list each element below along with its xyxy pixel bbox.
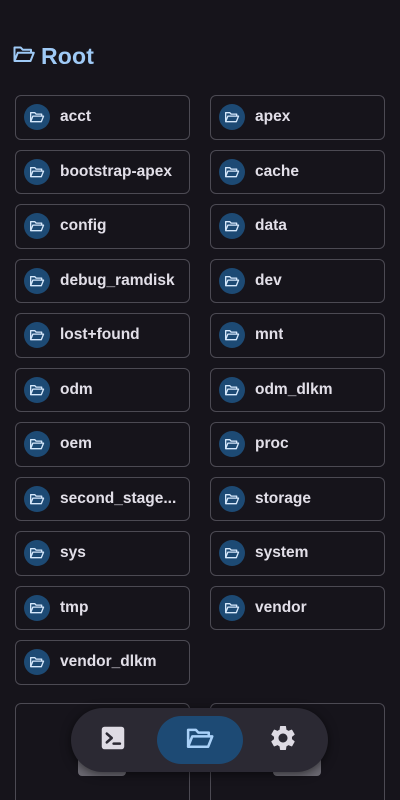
folder-icon — [24, 213, 50, 240]
gear-icon — [268, 723, 298, 758]
folder-item[interactable]: data — [210, 204, 385, 249]
folder-item[interactable]: acct — [15, 95, 190, 140]
folder-open-icon — [12, 42, 36, 71]
folder-item[interactable]: odm — [15, 367, 190, 412]
page-title: Root — [41, 42, 95, 69]
nav-settings-button[interactable] — [259, 716, 307, 764]
folder-item[interactable]: dev — [210, 258, 385, 303]
folder-item[interactable]: config — [15, 204, 190, 249]
folder-item[interactable]: apex — [210, 95, 385, 140]
folder-label: odm_dlkm — [255, 380, 333, 398]
folder-item[interactable]: bootstrap-apex — [15, 149, 190, 194]
folder-icon — [24, 594, 50, 621]
folder-icon — [219, 104, 245, 131]
folder-icon — [24, 267, 50, 294]
terminal-icon — [98, 723, 128, 758]
folder-item[interactable]: lost+found — [15, 313, 190, 358]
page-header: Root — [12, 40, 94, 72]
folder-item[interactable]: cache — [210, 149, 385, 194]
folder-item[interactable]: debug_ramdisk — [15, 258, 190, 303]
folder-item[interactable]: proc — [210, 422, 385, 467]
folder-icon — [24, 158, 50, 185]
nav-terminal-button[interactable] — [89, 716, 137, 764]
folder-label: tmp — [60, 598, 89, 616]
file-browser-screen: Root acct apex bootstrap-apex cache config da… — [0, 0, 400, 800]
folder-icon — [219, 594, 245, 621]
folder-label: sys — [60, 544, 86, 562]
folder-icon — [24, 376, 50, 403]
folder-label: bootstrap-apex — [60, 162, 172, 180]
folder-label: oem — [60, 435, 92, 453]
folder-label: system — [255, 544, 309, 562]
folder-label: acct — [60, 108, 92, 126]
folder-label: apex — [255, 108, 291, 126]
folder-icon — [24, 104, 50, 131]
folder-item[interactable]: second_stage... — [15, 476, 190, 521]
folder-icon — [24, 322, 50, 349]
folder-item[interactable]: system — [210, 531, 385, 576]
folder-icon — [219, 213, 245, 240]
folder-label: cache — [255, 162, 299, 180]
folder-icon — [24, 540, 50, 567]
folder-open-icon — [185, 723, 215, 758]
folder-item[interactable]: oem — [15, 422, 190, 467]
folder-label: odm — [60, 380, 93, 398]
folder-icon — [24, 649, 50, 676]
folder-label: dev — [255, 271, 282, 289]
folder-label: vendor — [255, 598, 307, 616]
folder-item[interactable]: tmp — [15, 585, 190, 630]
folder-icon — [219, 376, 245, 403]
folder-label: proc — [255, 435, 289, 453]
folder-icon — [219, 485, 245, 512]
folder-icon — [219, 322, 245, 349]
folder-label: data — [255, 217, 287, 235]
folder-label: config — [60, 217, 107, 235]
nav-files-button[interactable] — [157, 716, 243, 764]
folder-grid: acct apex bootstrap-apex cache config data deb… — [15, 95, 385, 685]
folder-item[interactable]: odm_dlkm — [210, 367, 385, 412]
folder-label: vendor_dlkm — [60, 653, 157, 671]
folder-item[interactable]: sys — [15, 531, 190, 576]
folder-icon — [219, 431, 245, 458]
folder-label: mnt — [255, 326, 284, 344]
folder-icon — [24, 431, 50, 458]
folder-icon — [24, 485, 50, 512]
folder-item[interactable]: mnt — [210, 313, 385, 358]
folder-icon — [219, 540, 245, 567]
folder-item[interactable]: vendor — [210, 585, 385, 630]
folder-label: lost+found — [60, 326, 140, 344]
folder-icon — [219, 158, 245, 185]
folder-item[interactable]: vendor_dlkm — [15, 640, 190, 685]
folder-label: debug_ramdisk — [60, 271, 175, 289]
bottom-navigation-bar — [71, 708, 328, 772]
folder-icon — [219, 267, 245, 294]
folder-label: storage — [255, 489, 311, 507]
folder-item[interactable]: storage — [210, 476, 385, 521]
folder-label: second_stage... — [60, 489, 177, 507]
